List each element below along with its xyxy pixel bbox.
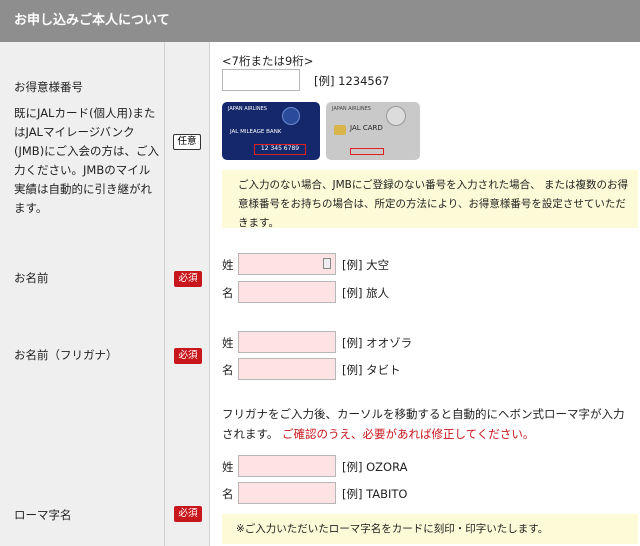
badge-cell: 必須	[165, 240, 210, 319]
card-number-highlight: 12 345 6789	[254, 144, 306, 155]
value-cell: <7桁または9桁> [例] 1234567 JAPAN AIRLINES JAL…	[210, 42, 640, 240]
row-member-number: お得意様番号 既にJALカード(個人用)またはJALマイレージバンク(JMB)に…	[0, 42, 640, 241]
sei-example: [例] オオゾラ	[342, 336, 413, 350]
card-brand: JAPAN AIRLINES	[228, 106, 267, 112]
mei-label: 名	[222, 363, 234, 377]
mei-example: [例] 旅人	[342, 286, 390, 300]
mei-example: [例] タビト	[342, 363, 401, 377]
member-number-label: お得意様番号	[14, 80, 83, 94]
mei-example: [例] TABITO	[342, 487, 408, 501]
crane-logo-icon	[386, 106, 406, 126]
label-cell: お名前（フリガナ）	[0, 319, 165, 396]
name-label: お名前	[14, 271, 49, 285]
autofill-icon[interactable]	[323, 258, 331, 269]
value-cell: 姓 [例] 大空 名 [例] 旅人	[210, 240, 640, 319]
member-number-notice: ご入力のない場合、JMBにご登録のない番号を入力された場合、 または複数のお得意…	[222, 170, 638, 229]
required-badge: 必須	[174, 348, 202, 364]
mei-label: 名	[222, 286, 234, 300]
romaji-label: ローマ字名	[14, 508, 72, 522]
romaji-instruction-warning: ご確認のうえ、必要があれば修正してください。	[282, 427, 535, 441]
mei-kana-input[interactable]	[238, 358, 336, 380]
member-number-input[interactable]	[222, 69, 300, 91]
sei-example: [例] OZORA	[342, 460, 408, 474]
jmb-card-image: JAPAN AIRLINES JAL MILEAGE BANK 12 345 6…	[222, 102, 320, 160]
row-furigana: お名前（フリガナ） 必須 姓 [例] オオゾラ 名 [例] タビト	[0, 319, 640, 397]
value-cell: フリガナをご入力後、カーソルを移動すると自動的にヘボン式ローマ字が入力されます。…	[210, 396, 640, 546]
member-number-example: [例] 1234567	[314, 74, 390, 88]
row-romaji: ローマ字名 必須 フリガナをご入力後、カーソルを移動すると自動的にヘボン式ローマ…	[0, 396, 640, 546]
crane-logo-icon	[282, 107, 300, 125]
badge-cell: 任意	[165, 42, 210, 240]
romaji-notice: ※ご入力いただいたローマ字名をカードに刻印・印字いたします。	[222, 514, 638, 544]
section-header: お申し込みご本人について	[0, 0, 640, 42]
sei-label: 姓	[222, 336, 234, 350]
row-name: お名前 必須 姓 [例] 大空 名 [例] 旅人	[0, 240, 640, 320]
card-title: JAL MILEAGE BANK	[230, 129, 282, 135]
mei-input[interactable]	[238, 281, 336, 303]
sei-example: [例] 大空	[342, 258, 390, 272]
chip-icon	[334, 125, 346, 135]
badge-cell: 必須	[165, 319, 210, 396]
romaji-instruction: フリガナをご入力後、カーソルを移動すると自動的にヘボン式ローマ字が入力されます。…	[222, 404, 634, 444]
value-cell: 姓 [例] オオゾラ 名 [例] タビト	[210, 319, 640, 396]
mei-romaji-input[interactable]	[238, 482, 336, 504]
badge-cell: 必須	[165, 396, 210, 546]
digits-note: <7桁または9桁>	[222, 54, 314, 68]
member-number-description: 既にJALカード(個人用)またはJALマイレージバンク(JMB)にご入会の方は、…	[14, 106, 159, 215]
section-title: お申し込みご本人について	[14, 13, 170, 28]
furigana-label: お名前（フリガナ）	[14, 348, 118, 362]
required-badge: 必須	[174, 506, 202, 522]
card-title: JAL CARD	[350, 124, 383, 132]
label-cell: お得意様番号 既にJALカード(個人用)またはJALマイレージバンク(JMB)に…	[0, 42, 165, 240]
sei-label: 姓	[222, 460, 234, 474]
label-cell: ローマ字名	[0, 396, 165, 546]
label-cell: お名前	[0, 240, 165, 319]
sei-input[interactable]	[238, 253, 336, 275]
sei-label: 姓	[222, 258, 234, 272]
card-brand: JAPAN AIRLINES	[332, 106, 371, 112]
sei-romaji-input[interactable]	[238, 455, 336, 477]
mei-label: 名	[222, 487, 234, 501]
card-number-highlight	[350, 148, 384, 155]
jal-card-image: JAPAN AIRLINES JAL CARD	[326, 102, 420, 160]
sei-kana-input[interactable]	[238, 331, 336, 353]
required-badge: 必須	[174, 271, 202, 287]
optional-badge: 任意	[173, 134, 201, 150]
